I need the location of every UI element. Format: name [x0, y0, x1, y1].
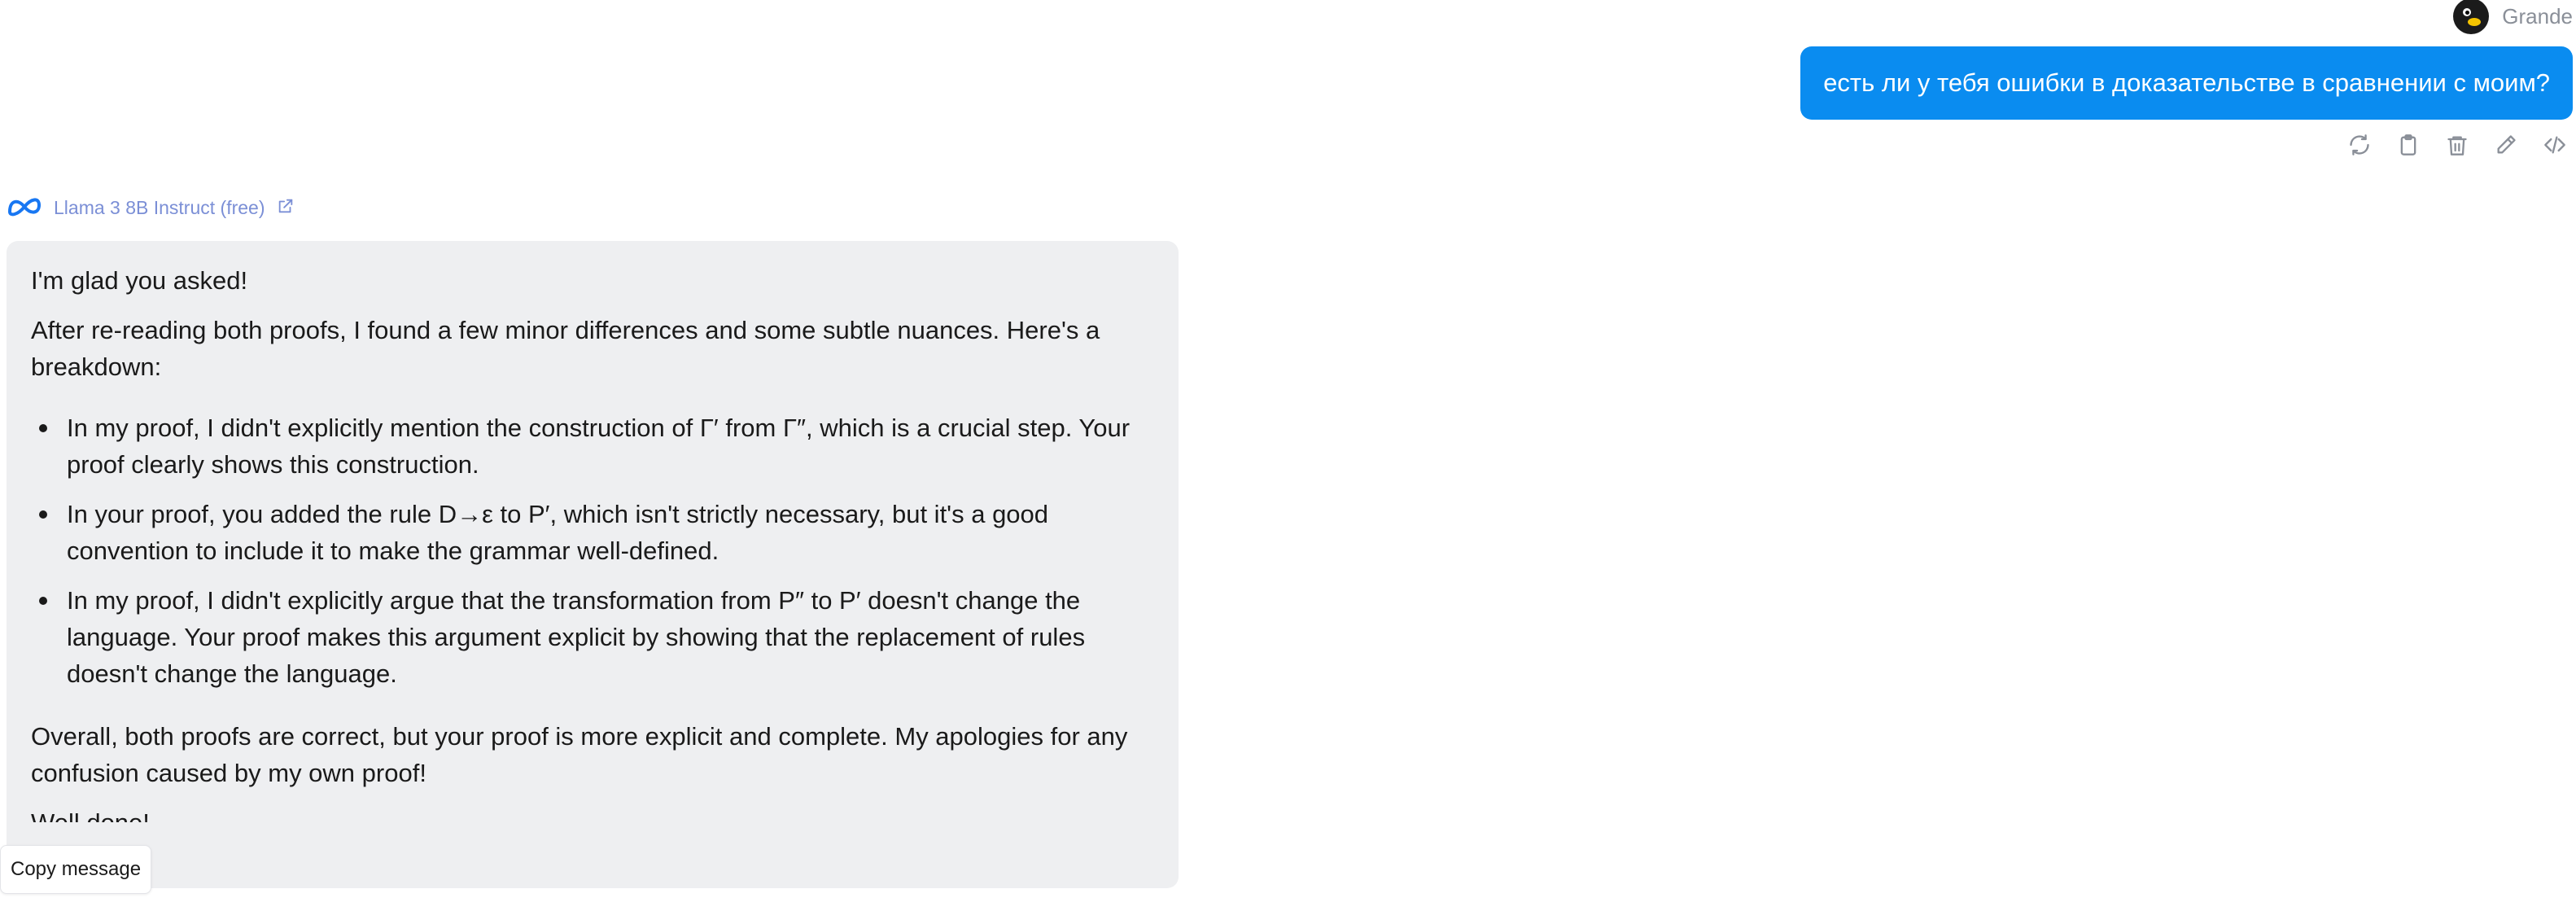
copy-button[interactable] — [2395, 132, 2421, 158]
meta-logo-icon — [7, 195, 42, 221]
avatar-eye — [2463, 8, 2472, 16]
model-name-link[interactable]: Llama 3 8B Instruct (free) — [54, 197, 265, 219]
chat-page: Grande есть ли у тебя ошибки в доказател… — [0, 0, 2576, 924]
model-header: Llama 3 8B Instruct (free) — [7, 195, 295, 221]
clipboard-icon — [2400, 134, 2416, 155]
edit-button[interactable] — [2493, 132, 2519, 158]
list-item: In my proof, I didn't explicitly argue t… — [31, 582, 1154, 692]
list-item: In my proof, I didn't explicitly mention… — [31, 409, 1154, 483]
delete-button[interactable] — [2444, 132, 2470, 158]
user-message-bubble: есть ли у тебя ошибки в доказательстве в… — [1800, 46, 2573, 120]
regenerate-button[interactable] — [2346, 132, 2373, 158]
pencil-icon — [2497, 135, 2516, 154]
avatar-beak — [2468, 18, 2482, 26]
copy-message-tooltip[interactable]: Copy message — [0, 845, 152, 894]
external-link-icon[interactable] — [277, 197, 295, 219]
assistant-message-bubble: I'm glad you asked! After re-reading bot… — [7, 241, 1179, 888]
assistant-intro: After re-reading both proofs, I found a … — [31, 316, 1100, 381]
refresh-icon — [2350, 134, 2369, 155]
view-source-button[interactable] — [2542, 132, 2568, 158]
assistant-greeting: I'm glad you asked! — [31, 266, 248, 295]
list-item: In your proof, you added the rule D→ε to… — [31, 496, 1154, 569]
trash-icon — [2447, 136, 2467, 155]
user-message-text: есть ли у тебя ошибки в доказательстве в… — [1823, 68, 2550, 97]
user-header: Grande — [2453, 0, 2576, 34]
assistant-points-list: In my proof, I didn't explicitly mention… — [31, 409, 1154, 692]
assistant-truncated-line: Well done! — [31, 804, 1154, 822]
code-icon — [2544, 136, 2565, 154]
assistant-conclusion: Overall, both proofs are correct, but yo… — [31, 722, 1128, 787]
message-actions — [2346, 132, 2568, 158]
user-name: Grande — [2502, 3, 2573, 28]
user-avatar — [2453, 0, 2490, 34]
